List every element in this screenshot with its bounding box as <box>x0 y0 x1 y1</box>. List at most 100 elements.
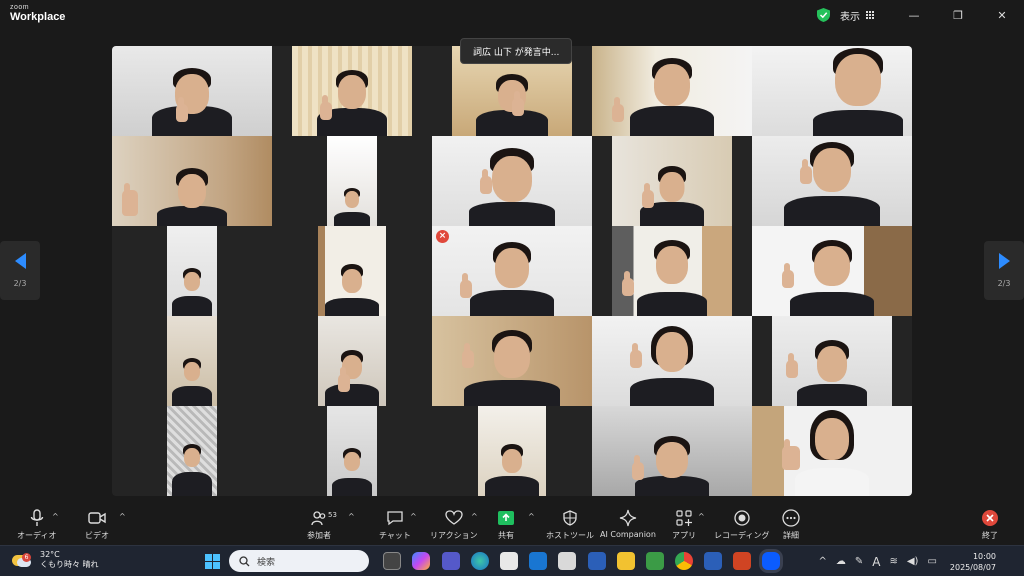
word-icon[interactable] <box>704 552 722 570</box>
microphone-icon <box>30 509 43 526</box>
apps-button[interactable]: アプリ <box>672 509 696 541</box>
video-tile[interactable] <box>752 136 912 226</box>
teams-icon[interactable] <box>442 552 460 570</box>
taskbar-search[interactable]: 検索 <box>229 550 369 572</box>
task-view-icon[interactable] <box>383 552 401 570</box>
stylus-icon[interactable]: ✎ <box>855 556 863 567</box>
video-tile[interactable] <box>327 136 377 226</box>
app-icon[interactable] <box>558 552 576 570</box>
line-app-icon[interactable] <box>646 552 664 570</box>
clock-time: 10:00 <box>972 551 996 561</box>
ai-companion-button[interactable]: AI Companion <box>600 509 656 539</box>
weather-badge: 6 <box>22 552 31 562</box>
participants-icon <box>311 511 326 526</box>
participants-options-caret[interactable]: ^ <box>348 512 355 521</box>
close-icon: ✕ <box>997 8 1007 22</box>
wifi-icon[interactable]: ≋ <box>889 556 897 567</box>
video-tile[interactable] <box>752 406 912 496</box>
restore-icon: ❐ <box>953 8 963 22</box>
temperature: 32°C <box>40 550 60 559</box>
app-logo: zoom Workplace <box>10 4 65 23</box>
battery-icon[interactable]: ▭ <box>927 556 936 567</box>
copilot-icon[interactable] <box>412 552 430 570</box>
video-tile[interactable] <box>478 406 546 496</box>
windows-start-icon[interactable] <box>205 554 220 569</box>
video-tile[interactable] <box>432 136 592 226</box>
video-tile[interactable] <box>592 316 752 406</box>
video-options-caret[interactable]: ^ <box>119 512 126 521</box>
view-button[interactable]: 表示 <box>840 8 874 23</box>
edge-browser-icon[interactable] <box>471 552 489 570</box>
close-icon[interactable]: × <box>436 230 449 243</box>
brand-small: zoom <box>10 4 30 11</box>
chat-options-caret[interactable]: ^ <box>410 512 417 521</box>
video-tile[interactable] <box>752 46 912 136</box>
video-tile[interactable] <box>167 406 217 496</box>
more-dots-icon <box>782 509 800 527</box>
close-window-button[interactable]: ✕ <box>980 0 1024 30</box>
audio-button[interactable]: オーディオ <box>17 509 56 541</box>
chat-label: チャット <box>379 531 411 540</box>
zoom-app-icon[interactable] <box>762 552 780 570</box>
video-tile[interactable]: × <box>432 226 592 316</box>
weather-widget[interactable]: 6 32°C くもり時々 晴れ <box>12 550 99 570</box>
video-tile[interactable] <box>592 46 752 136</box>
video-tile[interactable] <box>112 136 272 226</box>
video-tile[interactable] <box>318 226 386 316</box>
video-tile[interactable] <box>752 226 912 316</box>
network-warning-icon[interactable]: ☁ <box>836 556 846 567</box>
arrow-left-icon <box>14 253 26 269</box>
host-tools-button[interactable]: ホストツール <box>546 509 594 541</box>
video-tile[interactable] <box>167 316 217 406</box>
audio-options-caret[interactable]: ^ <box>52 512 59 521</box>
previous-page-button[interactable]: 2/3 <box>0 241 40 300</box>
search-icon <box>239 555 250 566</box>
system-tray: ^ ☁ ✎ A ≋ ◀) ▭ 10:00 2025/08/07 <box>818 546 1024 576</box>
end-meeting-button[interactable]: 終了 <box>981 509 999 541</box>
video-tile[interactable] <box>612 136 732 226</box>
page-indicator-left: 2/3 <box>13 279 27 288</box>
reactions-options-caret[interactable]: ^ <box>471 512 478 521</box>
end-label: 終了 <box>982 531 998 540</box>
next-page-button[interactable]: 2/3 <box>984 241 1024 300</box>
outlook-icon[interactable] <box>529 552 547 570</box>
participants-count: 53 <box>328 511 337 519</box>
store-icon[interactable] <box>500 552 518 570</box>
shield-check-icon[interactable] <box>817 8 830 22</box>
more-button[interactable]: 詳細 <box>782 509 800 541</box>
powerpoint-icon[interactable] <box>733 552 751 570</box>
chevron-up-icon[interactable]: ^ <box>818 556 826 567</box>
video-tile[interactable] <box>318 316 386 406</box>
video-tile[interactable] <box>612 226 732 316</box>
chat-icon <box>387 511 403 526</box>
file-explorer-icon[interactable] <box>617 552 635 570</box>
video-tile[interactable] <box>432 316 592 406</box>
search-placeholder: 検索 <box>257 557 276 568</box>
video-gallery: × <box>112 46 912 496</box>
chrome-browser-icon[interactable] <box>675 552 693 570</box>
chat-button[interactable]: チャット <box>379 509 411 541</box>
video-tile[interactable] <box>167 226 217 316</box>
video-tile[interactable] <box>327 406 377 496</box>
video-tile[interactable] <box>112 46 272 136</box>
share-options-caret[interactable]: ^ <box>528 512 535 521</box>
apps-icon <box>676 510 692 526</box>
reactions-label: リアクション <box>430 531 478 540</box>
ai-companion-label: AI Companion <box>600 530 656 539</box>
participants-button[interactable]: 53 参加者 <box>304 509 337 541</box>
clock[interactable]: 10:00 2025/08/07 <box>950 551 996 573</box>
minimize-button[interactable]: — <box>892 0 936 30</box>
ime-indicator[interactable]: A <box>872 555 880 569</box>
audio-label: オーディオ <box>17 531 57 540</box>
video-tile[interactable] <box>292 46 412 136</box>
app-icon[interactable] <box>588 552 606 570</box>
zoom-app: zoom Workplace 表示 — ❐ ✕ 詞広 山下 が発言中... 2/… <box>0 0 1024 576</box>
share-button[interactable]: 共有 <box>498 509 514 541</box>
video-tile[interactable] <box>772 316 892 406</box>
apps-options-caret[interactable]: ^ <box>698 512 705 521</box>
record-button[interactable]: レコーディング <box>714 509 769 541</box>
volume-icon[interactable]: ◀) <box>907 556 919 567</box>
video-tile[interactable] <box>592 406 752 496</box>
video-button[interactable]: ビデオ <box>85 509 109 541</box>
restore-button[interactable]: ❐ <box>936 0 980 30</box>
